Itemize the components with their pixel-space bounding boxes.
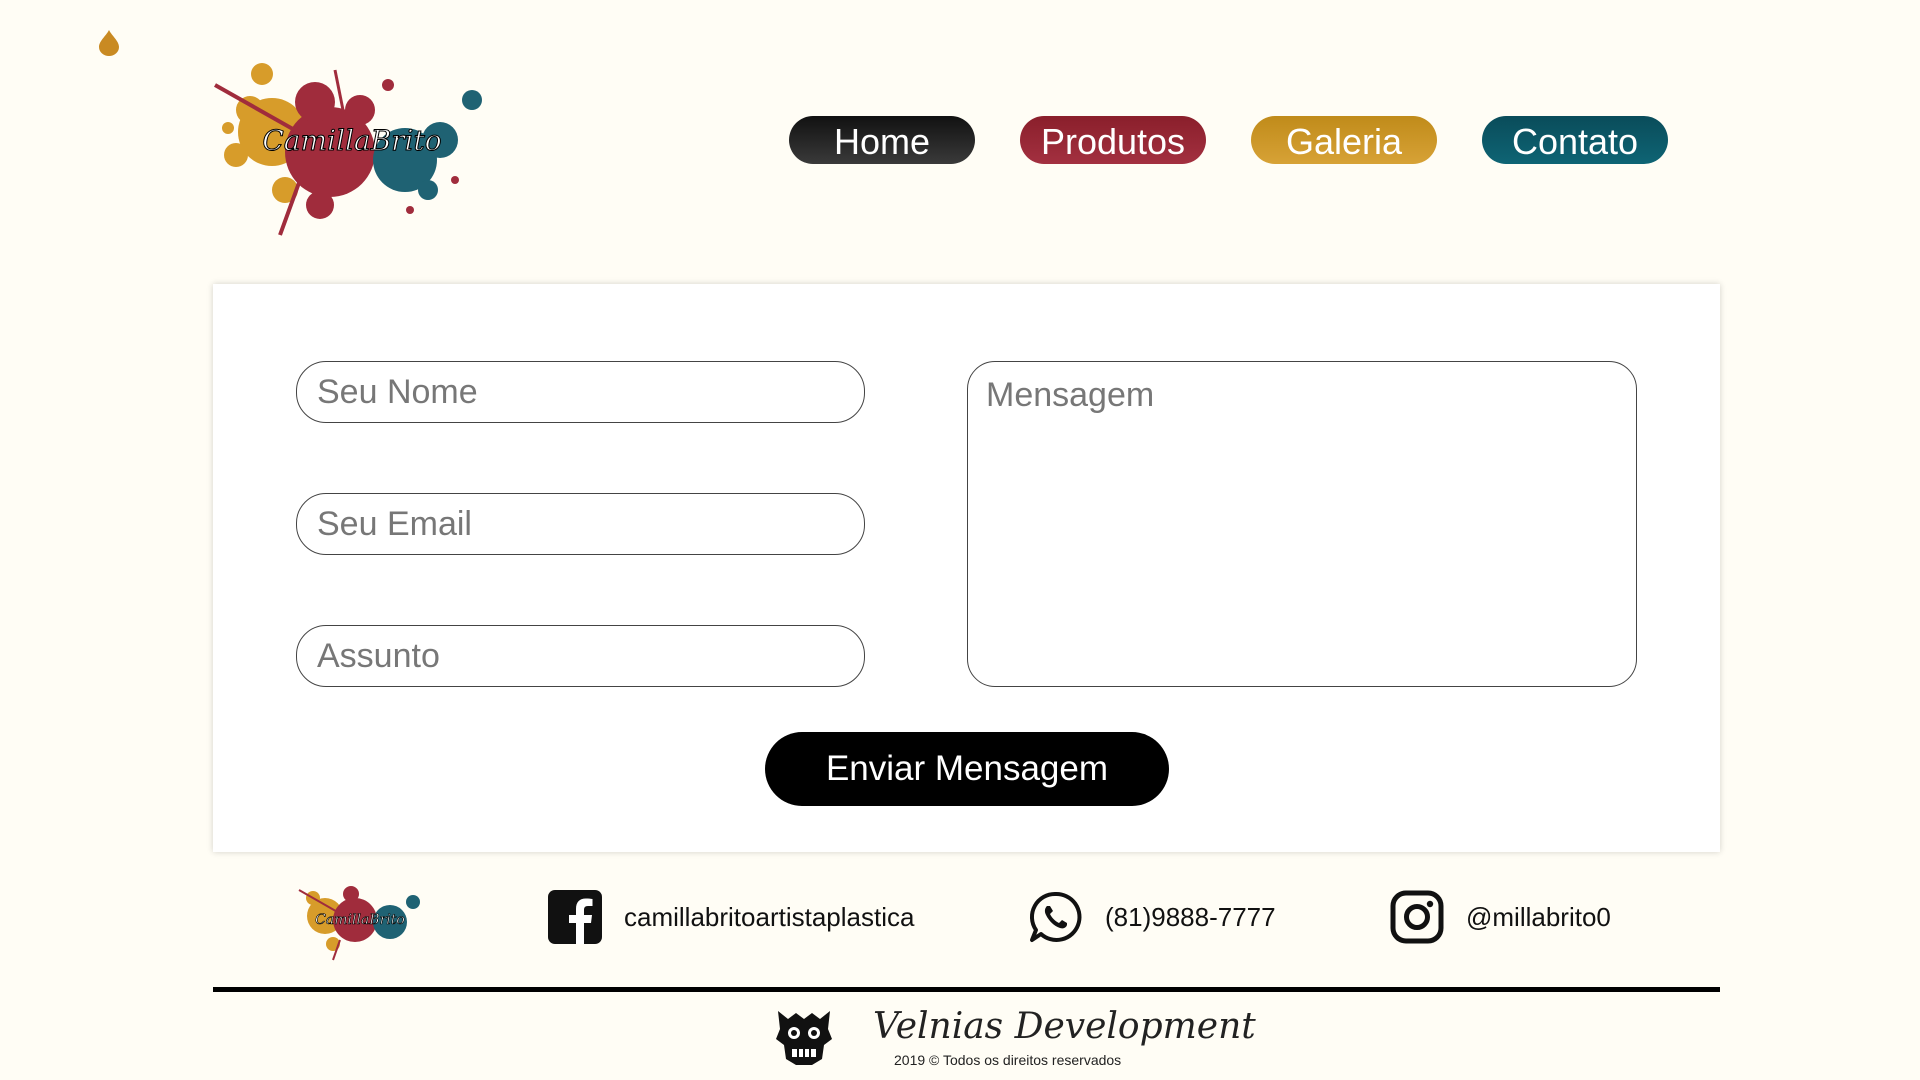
message-textarea[interactable] — [967, 361, 1637, 687]
whatsapp-link[interactable]: (81)9888-7777 — [1029, 890, 1276, 944]
subject-input[interactable] — [296, 625, 865, 687]
tribal-mask-icon — [776, 1011, 832, 1065]
paint-drop-icon — [99, 30, 119, 56]
svg-text:CamillaBrito: CamillaBrito — [315, 912, 405, 928]
nav-contato-button[interactable]: Contato — [1482, 116, 1668, 164]
facebook-link[interactable]: camillabritoartistaplastica — [548, 890, 914, 944]
nav-produtos-button[interactable]: Produtos — [1020, 116, 1206, 164]
footer-divider — [213, 987, 1720, 992]
contact-form-card: Enviar Mensagem — [213, 284, 1720, 852]
email-input[interactable] — [296, 493, 865, 555]
facebook-icon — [548, 890, 602, 944]
footer-logo: CamillaBrito — [298, 886, 420, 961]
instagram-icon — [1390, 890, 1444, 944]
name-input[interactable] — [296, 361, 865, 423]
instagram-link[interactable]: @millabrito0 — [1390, 890, 1611, 944]
nav-home-button[interactable]: Home — [789, 116, 975, 164]
send-message-button[interactable]: Enviar Mensagem — [765, 732, 1169, 806]
developer-name[interactable]: Velnias Development — [873, 1006, 1256, 1047]
main-nav: Home Produtos Galeria Contato — [0, 116, 1920, 166]
facebook-handle[interactable]: camillabritoartistaplastica — [624, 902, 914, 933]
whatsapp-number[interactable]: (81)9888-7777 — [1105, 902, 1276, 933]
nav-galeria-button[interactable]: Galeria — [1251, 116, 1437, 164]
instagram-handle[interactable]: @millabrito0 — [1466, 902, 1611, 933]
whatsapp-icon — [1030, 891, 1082, 942]
copyright-text: 2019 © Todos os direitos reservados — [894, 1052, 1122, 1068]
